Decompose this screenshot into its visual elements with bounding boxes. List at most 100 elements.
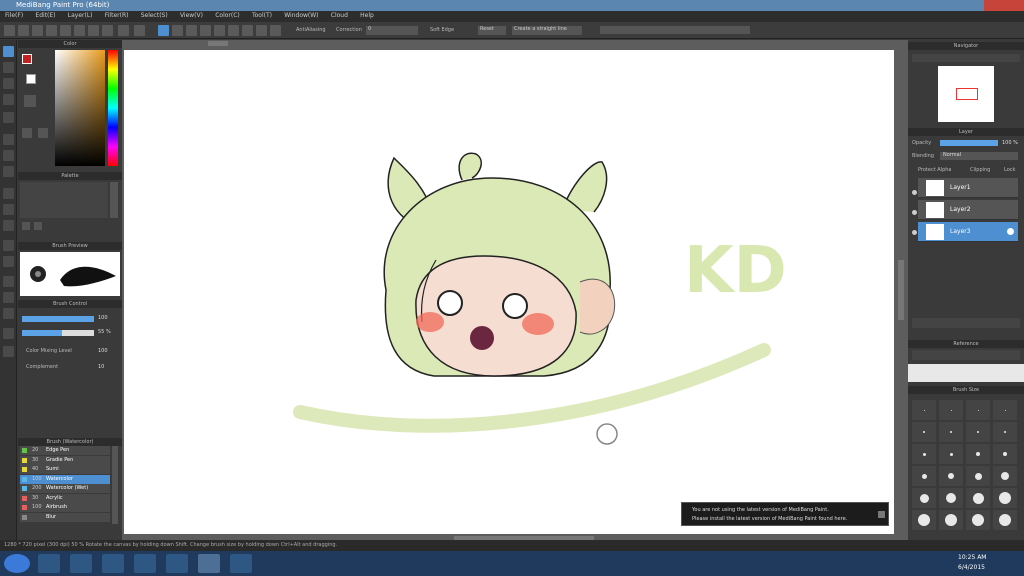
close-button[interactable]	[984, 0, 1024, 11]
move-tool-icon[interactable]	[3, 94, 14, 105]
transparent-color-swatch[interactable]	[24, 95, 36, 107]
brush-list-item[interactable]: 20 Edge Pen	[20, 446, 110, 455]
deselect-icon[interactable]	[102, 25, 113, 36]
snap-off-icon[interactable]	[172, 25, 183, 36]
brush-list-item[interactable]: 30 Acrylic	[20, 493, 110, 503]
navigator-toolbar[interactable]	[912, 54, 1020, 62]
brush-size-cell[interactable]	[939, 510, 963, 530]
brush-size-cell[interactable]	[993, 488, 1017, 508]
brush-size-cell[interactable]	[966, 510, 990, 530]
palette-area[interactable]	[20, 182, 108, 218]
brush-size-cell[interactable]	[912, 466, 936, 486]
create-straight-line-button[interactable]: Create a straight line	[512, 26, 582, 35]
lock-checkbox[interactable]: Lock	[1004, 167, 1015, 173]
layer-opacity-value[interactable]: 100 %	[1002, 140, 1018, 146]
brush-size-cell[interactable]	[993, 400, 1017, 420]
magic-wand-tool-icon[interactable]	[3, 220, 14, 231]
brush-size-cell[interactable]	[966, 444, 990, 464]
gradient-tool-icon[interactable]	[3, 166, 14, 177]
operation-tool-icon[interactable]	[3, 308, 14, 319]
brush-size-cell[interactable]	[993, 422, 1017, 442]
clock-time[interactable]: 10:25 AM	[958, 554, 986, 561]
minimize-button[interactable]	[944, 0, 964, 11]
update-line-2[interactable]: Please install the latest version of Med…	[692, 516, 847, 522]
navigator-viewport[interactable]	[956, 88, 978, 100]
layer-settings-icon[interactable]	[1007, 228, 1014, 235]
brush-size-cell[interactable]	[939, 466, 963, 486]
eyedropper-tool-icon[interactable]	[3, 328, 14, 339]
brush-tool-icon[interactable]	[3, 46, 14, 57]
brush-size-cell[interactable]	[966, 400, 990, 420]
brush-size-cell[interactable]	[912, 444, 936, 464]
hand-tool-icon[interactable]	[3, 346, 14, 357]
cloud-save-icon[interactable]	[46, 25, 57, 36]
brush-size-cell[interactable]	[912, 510, 936, 530]
toolbar-scroll[interactable]	[600, 26, 750, 34]
palette-scrollbar[interactable]	[110, 182, 118, 218]
reset-button[interactable]: Reset	[478, 26, 506, 35]
dot-tool-icon[interactable]	[3, 78, 14, 89]
save-file-icon[interactable]	[32, 25, 43, 36]
select-pen-tool-icon[interactable]	[3, 240, 14, 251]
select-eraser-tool-icon[interactable]	[3, 256, 14, 267]
toast-close-icon[interactable]	[878, 511, 885, 518]
snap-vanish-icon[interactable]	[214, 25, 225, 36]
drawing-canvas[interactable]: KD	[124, 50, 894, 534]
color-gradient-picker[interactable]	[55, 50, 105, 166]
correction-select[interactable]: 0	[366, 26, 418, 35]
brush-size-cell[interactable]	[939, 444, 963, 464]
brush-list-item[interactable]: 200 Watercolor (Wet)	[20, 484, 110, 493]
brush-list-item[interactable]: 100 Watercolor	[20, 474, 110, 484]
layer-buttons-bar[interactable]	[912, 318, 1020, 328]
select-tool-icon[interactable]	[3, 188, 14, 199]
brush-size-value[interactable]: 100	[98, 315, 108, 321]
menu-select[interactable]: Select(S)	[136, 11, 173, 20]
brush-size-cell[interactable]	[993, 444, 1017, 464]
color-mixing-value[interactable]: 100	[98, 348, 108, 354]
navigator-preview[interactable]	[938, 66, 994, 122]
update-notification[interactable]: You are not using the latest version of …	[681, 502, 889, 526]
layer-visibility-icon[interactable]	[912, 210, 917, 215]
menu-color[interactable]: Color(C)	[210, 11, 245, 20]
paint-icon[interactable]	[230, 554, 252, 573]
snap-cross-icon[interactable]	[200, 25, 211, 36]
snap-curve-icon[interactable]	[256, 25, 267, 36]
open-file-icon[interactable]	[18, 25, 29, 36]
canvas-v-scrollbar[interactable]	[898, 260, 904, 320]
medibang-taskbar-icon[interactable]	[198, 554, 220, 573]
menu-help[interactable]: Help	[355, 11, 379, 20]
protect-alpha-checkbox[interactable]: Protect Alpha	[918, 167, 951, 173]
divide-tool-icon[interactable]	[3, 276, 14, 287]
snap-parallel-icon[interactable]	[186, 25, 197, 36]
layer-row[interactable]: Layer1	[918, 178, 1018, 198]
brush-size-cell[interactable]	[966, 466, 990, 486]
brush-list-item[interactable]: 100 Airbrush	[20, 503, 110, 512]
brush-mode-icon[interactable]	[158, 25, 169, 36]
snap-settings-icon[interactable]	[270, 25, 281, 36]
layer-opacity-slider[interactable]	[940, 140, 998, 146]
brush-opacity-track[interactable]	[22, 330, 94, 336]
snap-radial-icon[interactable]	[228, 25, 239, 36]
lasso-tool-icon[interactable]	[3, 204, 14, 215]
new-file-icon[interactable]	[4, 25, 15, 36]
explorer-icon[interactable]	[70, 554, 92, 573]
chrome-icon[interactable]	[166, 554, 188, 573]
palette-add-icon[interactable]	[22, 222, 30, 230]
layer-visibility-icon[interactable]	[912, 190, 917, 195]
app-icon[interactable]	[134, 554, 156, 573]
menu-file[interactable]: File(F)	[0, 11, 28, 20]
background-color-swatch[interactable]	[26, 74, 36, 84]
menu-cloud[interactable]: Cloud	[326, 11, 353, 20]
color-swap-icon[interactable]	[38, 128, 48, 138]
maximize-button[interactable]	[964, 0, 984, 11]
menu-window[interactable]: Window(W)	[279, 11, 323, 20]
brush-list-item[interactable]: 30 Gradie Pen	[20, 455, 110, 465]
brush-list-item[interactable]: 40 Sumi	[20, 465, 110, 474]
brush-size-slider[interactable]	[22, 316, 94, 322]
brush-size-cell[interactable]	[939, 400, 963, 420]
redo-icon[interactable]	[74, 25, 85, 36]
select-all-icon[interactable]	[88, 25, 99, 36]
start-button[interactable]	[4, 554, 30, 573]
layer-move-icon[interactable]	[134, 25, 145, 36]
menu-filter[interactable]: Filter(R)	[100, 11, 134, 20]
